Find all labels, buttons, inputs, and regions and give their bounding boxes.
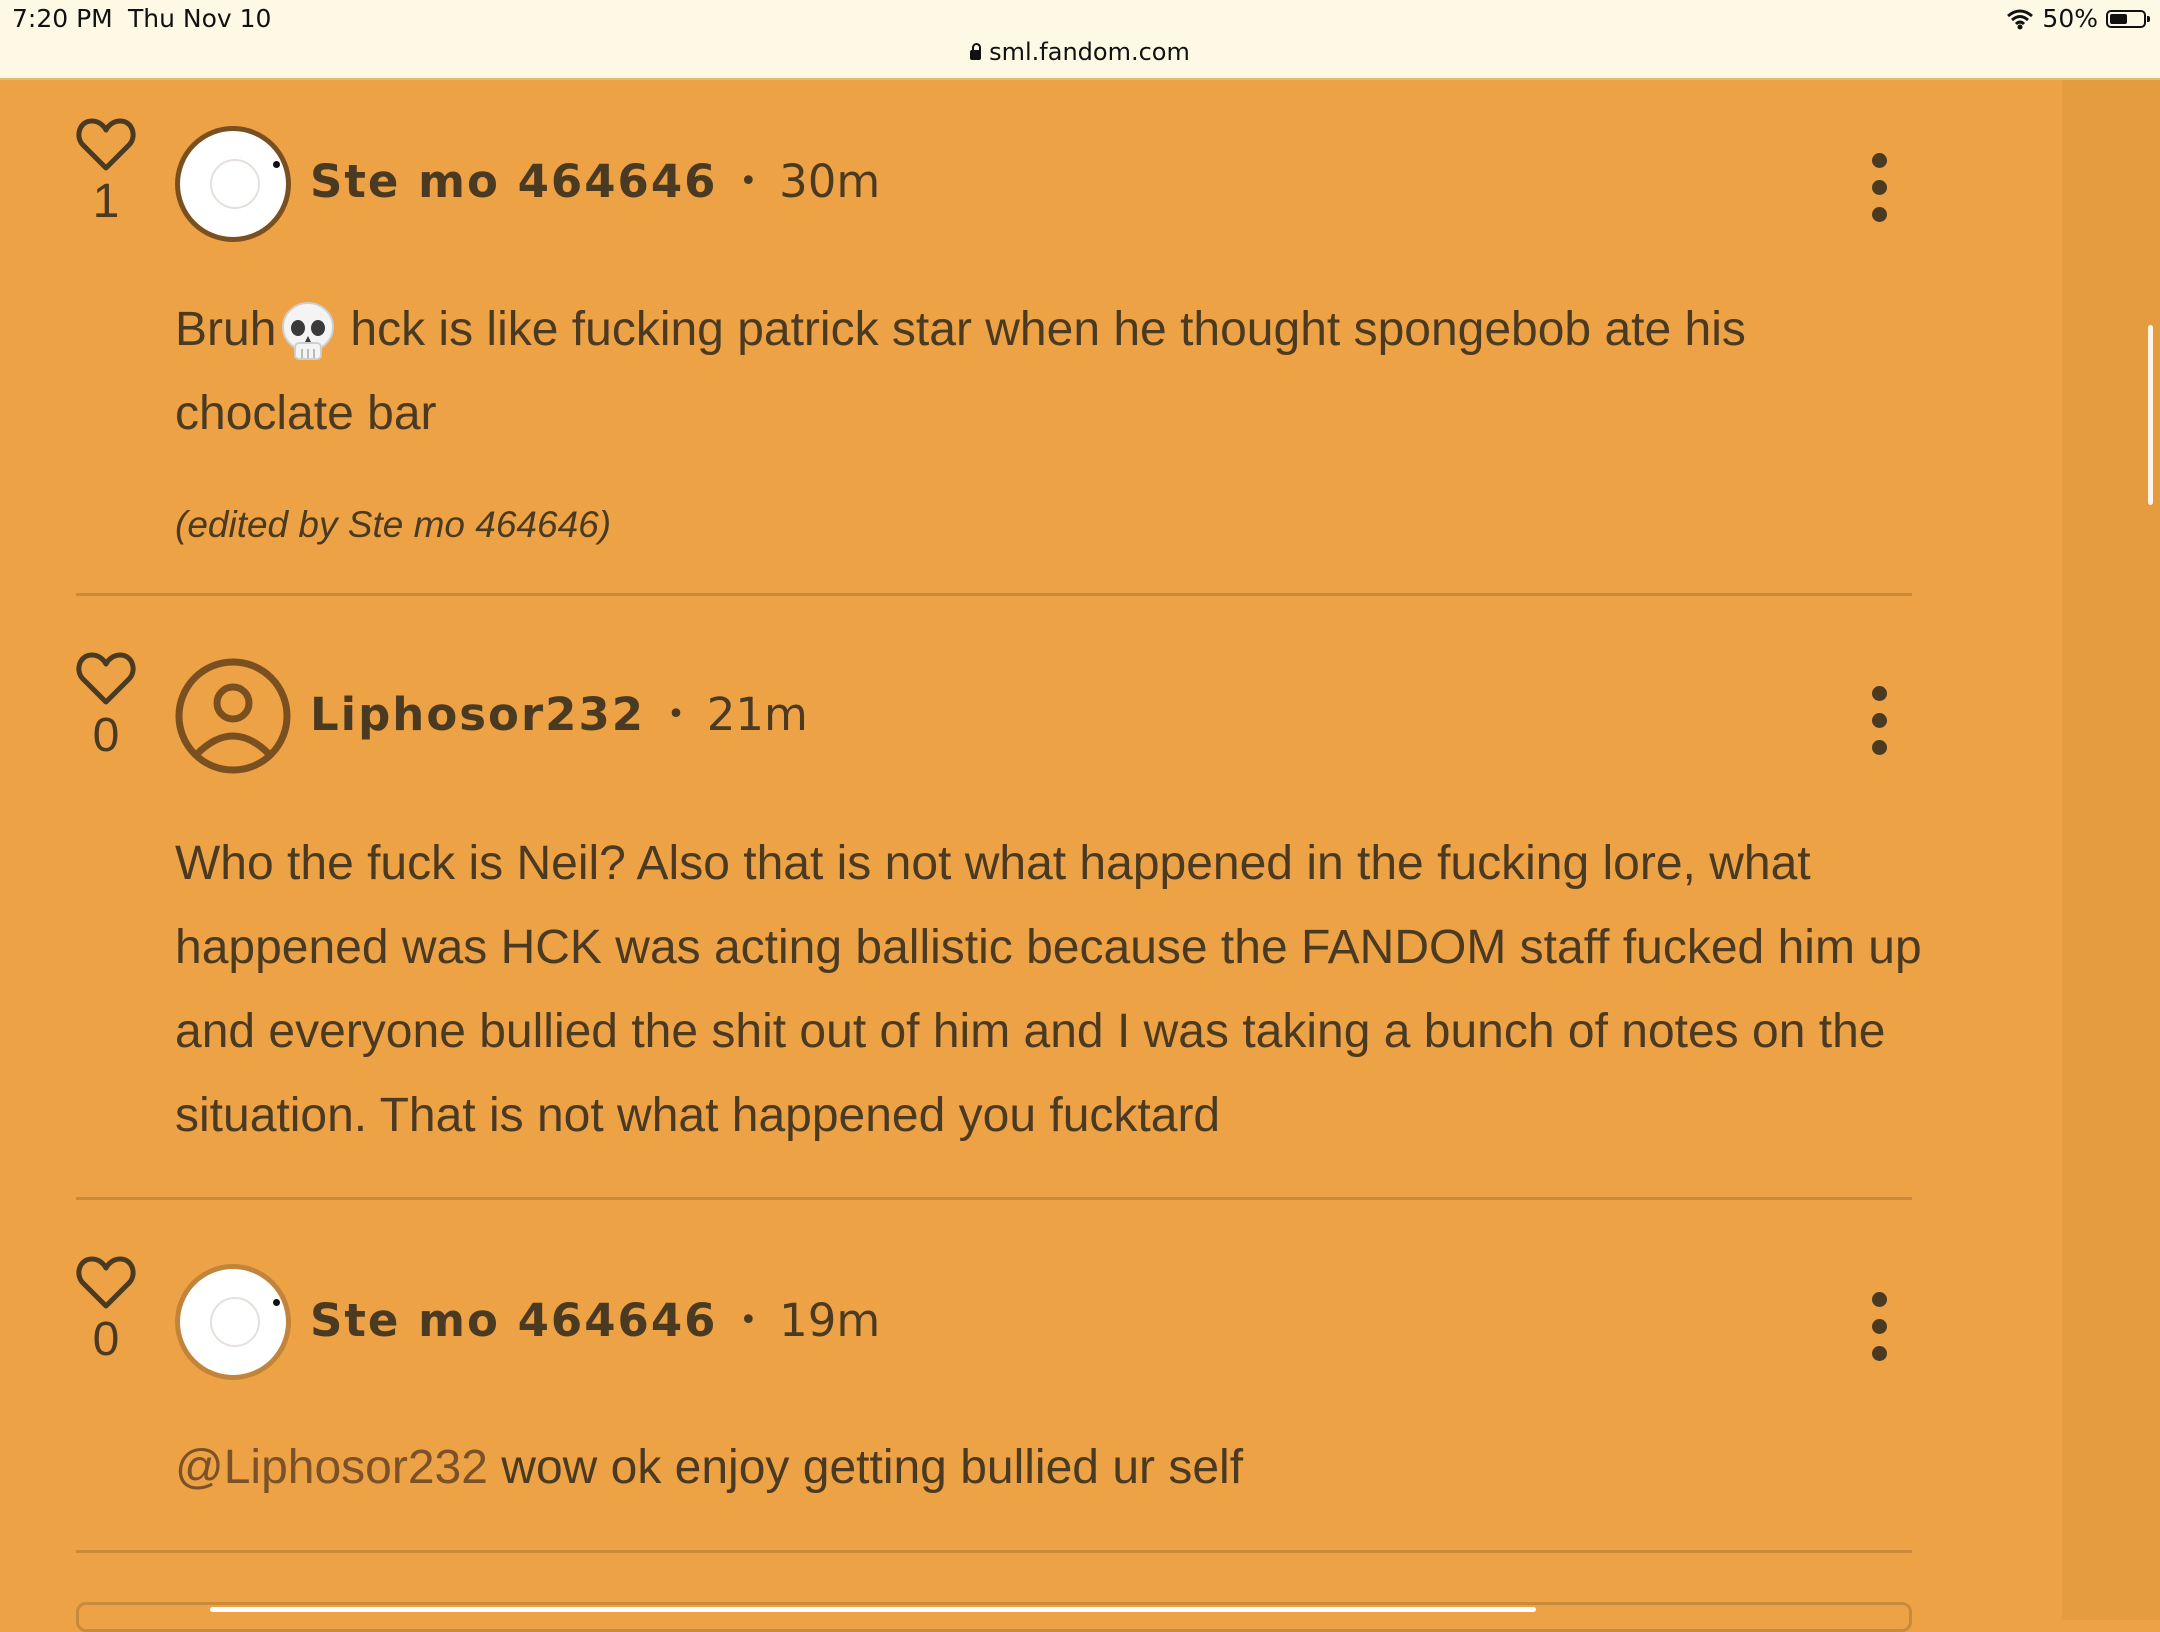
comment-divider — [76, 593, 1912, 596]
url-text: sml.fandom.com — [989, 38, 1190, 66]
like-count: 1 — [92, 175, 120, 228]
author-name[interactable]: Ste mo 464646 — [310, 1294, 717, 1347]
right-rail — [2062, 80, 2160, 1620]
author-name[interactable]: Ste mo 464646 — [310, 155, 717, 208]
separator-dot: • — [739, 164, 758, 199]
scrollbar-thumb[interactable] — [2148, 325, 2153, 505]
comment-header: Ste mo 464646 • 30m — [310, 155, 880, 208]
timestamp[interactable]: 19m — [779, 1294, 880, 1347]
comment-text: Bruh — [175, 303, 277, 356]
status-indicators: 50% — [2006, 4, 2150, 33]
comment-divider — [76, 1550, 1912, 1553]
battery-percent: 50% — [2042, 4, 2098, 33]
more-options-icon[interactable] — [1872, 153, 1888, 223]
avatar[interactable] — [175, 1264, 291, 1380]
timestamp[interactable]: 30m — [779, 155, 880, 208]
home-indicator[interactable] — [210, 1607, 1536, 1612]
skull-icon — [282, 302, 335, 361]
comment-body: @Liphosor232 wow ok enjoy getting bullie… — [175, 1426, 1935, 1510]
comment-text: wow ok enjoy getting bullied ur self — [487, 1441, 1244, 1494]
comment-header: Liphosor232 • 21m — [310, 688, 808, 741]
like-count: 0 — [92, 709, 120, 762]
like-control[interactable]: 0 — [76, 1254, 136, 1364]
like-count: 0 — [92, 1313, 120, 1366]
status-date: Thu Nov 10 — [128, 4, 272, 33]
status-time: 7:20 PM — [12, 4, 113, 33]
separator-dot: • — [667, 697, 685, 732]
avatar-image — [210, 1297, 260, 1347]
edited-note: (edited by Ste mo 464646) — [175, 504, 612, 545]
comment-body: Who the fuck is Neil? Also that is not w… — [175, 837, 1922, 1142]
more-options-icon[interactable] — [1872, 1292, 1888, 1362]
default-user-icon — [175, 658, 291, 774]
timestamp[interactable]: 21m — [707, 688, 808, 741]
comment-text: hck is like fucking patrick star when he… — [175, 303, 1746, 440]
url-bar[interactable]: sml.fandom.com — [0, 38, 2160, 66]
lock-icon — [970, 43, 982, 60]
more-options-icon[interactable] — [1872, 686, 1888, 756]
avatar-image — [210, 159, 260, 209]
like-control[interactable]: 1 — [76, 116, 136, 226]
like-control[interactable]: 0 — [76, 650, 136, 760]
browser-top-bar: 7:20 PM Thu Nov 10 50% sml.fandom.com — [0, 0, 2160, 80]
heart-icon[interactable] — [76, 650, 136, 706]
heart-icon[interactable] — [76, 116, 136, 172]
comment-header: Ste mo 464646 • 19m — [310, 1294, 880, 1347]
avatar[interactable] — [175, 126, 291, 242]
wifi-icon — [2007, 9, 2034, 29]
battery-icon — [2106, 9, 2150, 28]
comment-body: Bruh hck is like fucking patrick star wh… — [175, 288, 1935, 456]
author-name[interactable]: Liphosor232 — [310, 688, 645, 741]
heart-icon[interactable] — [76, 1254, 136, 1310]
avatar[interactable] — [175, 658, 291, 774]
comment-divider — [76, 1197, 1912, 1200]
separator-dot: • — [739, 1303, 758, 1338]
user-mention-link[interactable]: @Liphosor232 — [175, 1441, 488, 1494]
